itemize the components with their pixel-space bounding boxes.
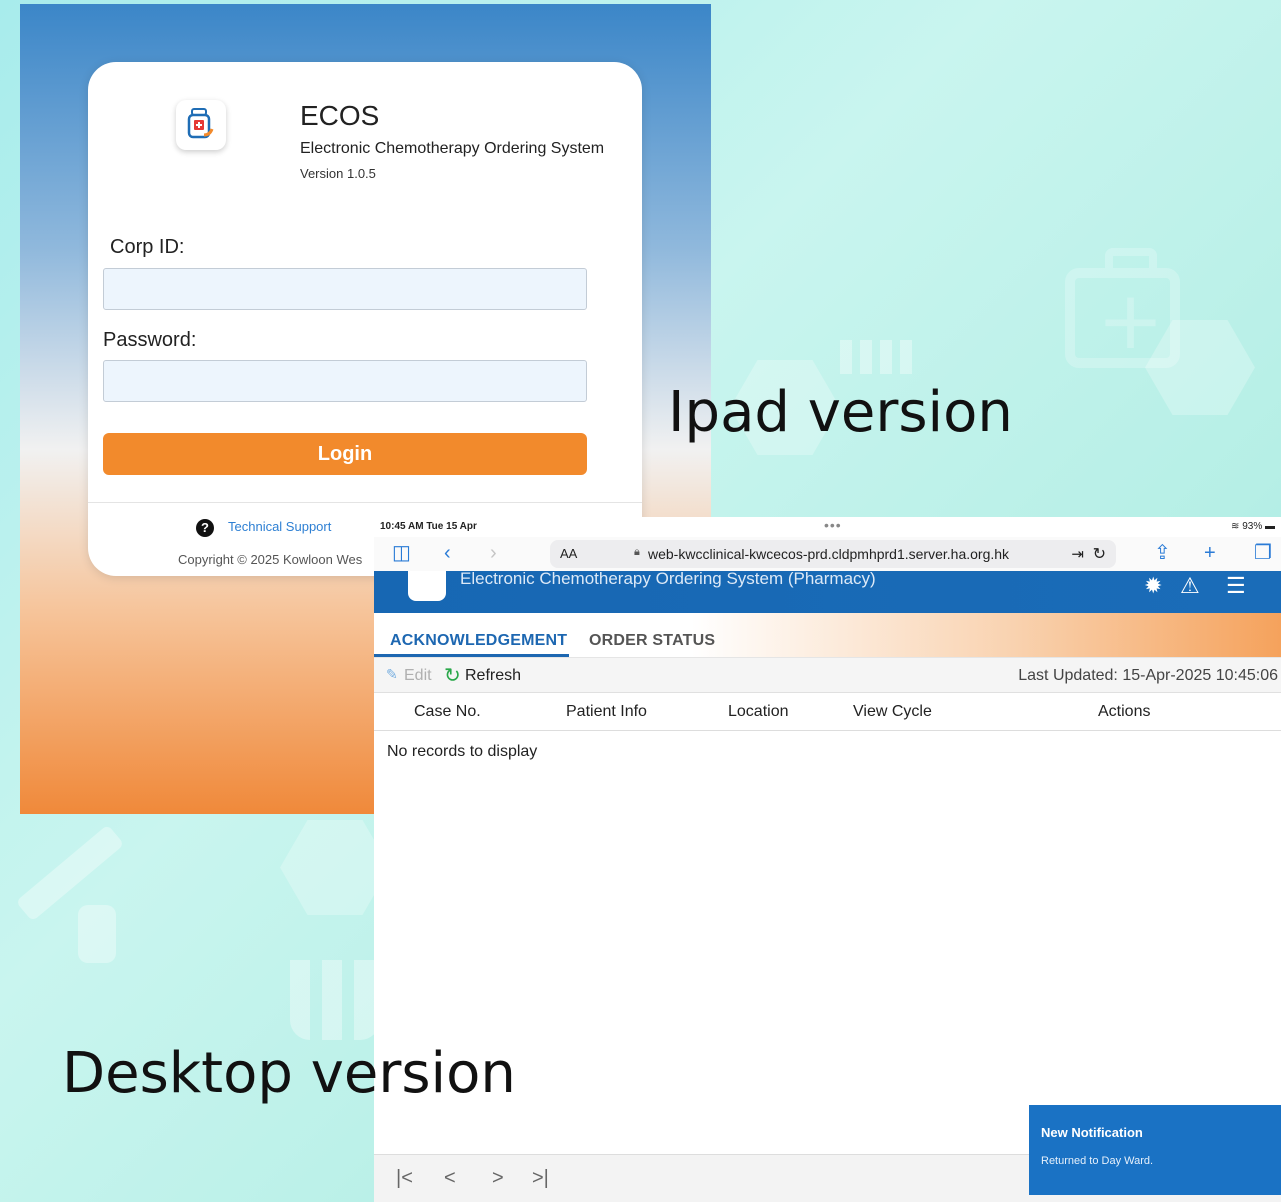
add-tab-icon[interactable]: + <box>1204 542 1216 564</box>
menu-icon[interactable]: ☰ <box>1226 573 1246 599</box>
reader-settings-button[interactable]: AA <box>560 546 577 561</box>
reader-icon[interactable]: ⇥ <box>1071 545 1084 563</box>
edit-button[interactable]: Edit <box>404 667 432 685</box>
column-actions[interactable]: Actions <box>1098 703 1150 721</box>
browser-toolbar: ◫ ‹ › AA 🔒︎ web-kwcclinical-kwcecos-prd.… <box>374 537 1281 571</box>
technical-support-link[interactable]: Technical Support <box>228 519 331 534</box>
test-tubes-icon <box>290 960 380 1040</box>
app-title: ECOS <box>300 100 380 131</box>
ecos-app-logo <box>176 100 226 150</box>
grid-header: Case No. Patient Info Location View Cycl… <box>374 693 1281 731</box>
corp-id-input[interactable] <box>103 268 587 310</box>
empty-grid-message: No records to display <box>387 743 538 760</box>
sidebar-icon[interactable]: ◫ <box>392 542 411 564</box>
reload-icon[interactable]: ↻ <box>1093 544 1106 564</box>
iv-bag-icon <box>187 108 214 139</box>
barcode-decoration <box>840 340 914 374</box>
corp-id-label: Corp ID: <box>110 236 185 258</box>
battery-indicator: ≋ 93% ▬ <box>1231 521 1275 532</box>
previous-page-button[interactable]: < <box>444 1167 456 1190</box>
column-case-no[interactable]: Case No. <box>414 703 481 721</box>
column-location[interactable]: Location <box>728 703 789 721</box>
header-logo <box>408 571 446 601</box>
alert-bell-icon[interactable]: ⚠ <box>1180 573 1200 599</box>
pill-bottle-icon <box>78 905 116 963</box>
wifi-icon: ≋ <box>1231 521 1240 532</box>
password-label: Password: <box>103 329 197 351</box>
next-page-button[interactable]: > <box>492 1167 504 1190</box>
grid-toolbar: ✎ Edit ↻ Refresh Last Updated: 15-Apr-20… <box>374 657 1281 693</box>
lock-icon: 🔒︎ <box>634 546 640 558</box>
password-input[interactable] <box>103 360 587 402</box>
battery-icon: ▬ <box>1265 521 1275 532</box>
last-updated-text: Last Updated: 15-Apr-2025 10:45:06 <box>1018 667 1278 684</box>
tab-order-status[interactable]: ORDER STATUS <box>589 632 715 650</box>
copyright-text: Copyright © 2025 Kowloon Wes <box>178 552 363 567</box>
tabs-icon[interactable]: ❐ <box>1254 542 1272 564</box>
share-icon[interactable]: ⇪ <box>1154 542 1171 564</box>
app-version: Version 1.0.5 <box>300 166 376 181</box>
pencil-icon: ✎ <box>386 666 398 682</box>
address-bar[interactable]: AA 🔒︎ web-kwcclinical-kwcecos-prd.cldpmh… <box>550 540 1116 568</box>
login-card: ECOS Electronic Chemotherapy Ordering Sy… <box>88 62 642 576</box>
last-page-button[interactable]: >| <box>532 1167 549 1190</box>
status-bar: 10:45 AM Tue 15 Apr ••• ≋ 93% ▬ <box>374 517 1281 537</box>
help-icon[interactable]: ? <box>196 519 214 537</box>
ipad-version-label: Ipad version <box>668 380 1013 445</box>
status-time: 10:45 AM Tue 15 Apr <box>380 521 477 532</box>
refresh-icon[interactable]: ↻ <box>444 663 461 688</box>
app-subtitle: Electronic Chemotherapy Ordering System <box>300 140 605 157</box>
tab-acknowledgement[interactable]: ACKNOWLEDGEMENT <box>390 632 567 650</box>
refresh-button[interactable]: Refresh <box>465 667 521 685</box>
back-icon[interactable]: ‹ <box>444 542 451 564</box>
column-view-cycle[interactable]: View Cycle <box>853 703 932 721</box>
app-header: Electronic Chemotherapy Ordering System … <box>374 571 1281 613</box>
desktop-version-label: Desktop version <box>62 1041 516 1106</box>
battery-percent: 93% <box>1242 521 1263 532</box>
url-text[interactable]: web-kwcclinical-kwcecos-prd.cldpmhprd1.s… <box>648 546 1009 562</box>
settings-gear-icon[interactable]: ✹ <box>1144 573 1162 599</box>
login-button[interactable]: Login <box>103 433 587 475</box>
notification-toast[interactable]: New Notification Returned to Day Ward. <box>1029 1105 1281 1195</box>
header-title: Electronic Chemotherapy Ordering System … <box>460 571 876 588</box>
notification-title: New Notification <box>1041 1125 1143 1140</box>
notification-message: Returned to Day Ward. <box>1041 1155 1154 1167</box>
forward-icon[interactable]: › <box>490 542 497 564</box>
column-patient-info[interactable]: Patient Info <box>566 703 647 721</box>
multitask-dots[interactable]: ••• <box>824 517 842 533</box>
first-page-button[interactable]: |< <box>396 1167 413 1190</box>
